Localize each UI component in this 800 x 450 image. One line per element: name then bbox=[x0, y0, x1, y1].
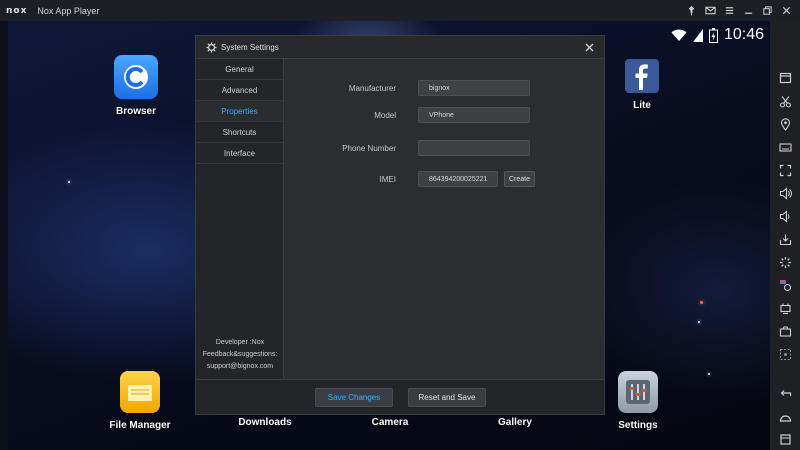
apk-install-icon[interactable] bbox=[777, 69, 793, 85]
wallpaper-star bbox=[700, 301, 703, 304]
tab-general[interactable]: General bbox=[196, 59, 283, 80]
macro-icon[interactable] bbox=[777, 300, 793, 316]
scissors-icon[interactable] bbox=[777, 93, 793, 109]
restore-icon[interactable] bbox=[760, 2, 775, 18]
dialog-title: System Settings bbox=[221, 42, 279, 52]
signal-icon bbox=[692, 28, 703, 42]
app-settings[interactable]: Settings bbox=[598, 371, 678, 431]
save-changes-button[interactable]: Save Changes bbox=[315, 388, 393, 407]
screenshot-icon[interactable] bbox=[777, 323, 793, 339]
fullscreen-icon[interactable] bbox=[777, 162, 793, 178]
support-email: support@bignox.com bbox=[206, 363, 274, 370]
phone-field[interactable] bbox=[418, 140, 530, 156]
phone-label: Phone Number bbox=[342, 143, 396, 153]
wallpaper-star bbox=[708, 373, 710, 375]
status-bar: 10:46 bbox=[671, 23, 764, 47]
model-row: Model VPhone bbox=[296, 107, 530, 123]
app-label: Gallery bbox=[498, 417, 532, 428]
home-icon[interactable] bbox=[777, 408, 793, 424]
app-label: Downloads bbox=[238, 417, 292, 428]
app-gallery[interactable]: Gallery bbox=[475, 417, 555, 428]
tab-shortcuts[interactable]: Shortcuts bbox=[196, 122, 283, 143]
model-label: Model bbox=[374, 110, 396, 120]
wallpaper-star bbox=[68, 181, 70, 183]
app-label: Browser bbox=[115, 106, 156, 117]
status-clock: 10:46 bbox=[723, 26, 764, 43]
folder-icon bbox=[120, 371, 160, 413]
wallpaper-star bbox=[698, 321, 700, 323]
app-label: Settings bbox=[618, 420, 658, 431]
imei-field[interactable]: 864394200025221 bbox=[418, 171, 498, 187]
keyboard-icon[interactable] bbox=[777, 139, 793, 155]
mail-icon[interactable] bbox=[703, 2, 718, 18]
location-icon[interactable] bbox=[777, 116, 793, 132]
settings-nav: General Advanced Properties Shortcuts In… bbox=[196, 59, 284, 381]
more-icon[interactable] bbox=[777, 346, 793, 362]
feedback-line: Feedback&suggestions: bbox=[202, 351, 278, 358]
manufacturer-field[interactable]: bignox bbox=[418, 80, 530, 96]
create-imei-button[interactable]: Create bbox=[504, 171, 536, 187]
developer-info: Developer :Nox Feedback&suggestions: sup… bbox=[196, 337, 284, 373]
settings-sliders-icon bbox=[618, 371, 658, 413]
volume-up-icon[interactable] bbox=[777, 185, 793, 201]
dialog-footer: Save Changes Reset and Save bbox=[196, 379, 604, 414]
model-field[interactable]: VPhone bbox=[418, 107, 530, 123]
nox-logo: nox bbox=[6, 5, 28, 16]
tab-interface[interactable]: Interface bbox=[196, 143, 283, 164]
menu-icon[interactable] bbox=[722, 2, 737, 18]
volume-down-icon[interactable] bbox=[777, 208, 793, 224]
tab-advanced[interactable]: Advanced bbox=[196, 80, 283, 101]
import-icon[interactable] bbox=[777, 231, 793, 247]
imei-row: IMEI 864394200025221 Create bbox=[296, 171, 536, 187]
minimize-icon[interactable] bbox=[741, 2, 756, 18]
tab-properties[interactable]: Properties bbox=[196, 101, 283, 122]
app-label: Lite bbox=[633, 100, 651, 111]
browser-icon bbox=[114, 55, 158, 99]
app-label: Camera bbox=[371, 417, 409, 428]
imei-label: IMEI bbox=[379, 174, 396, 184]
facebook-icon bbox=[625, 59, 659, 93]
manufacturer-label: Manufacturer bbox=[348, 83, 396, 93]
app-camera[interactable]: Camera bbox=[350, 417, 430, 428]
loading-icon[interactable] bbox=[777, 254, 793, 270]
close-icon[interactable] bbox=[582, 40, 596, 54]
wifi-icon bbox=[671, 29, 687, 41]
back-icon[interactable] bbox=[777, 385, 793, 401]
recent-apps-icon[interactable] bbox=[777, 431, 793, 447]
app-file-manager[interactable]: File Manager bbox=[100, 371, 180, 431]
multi-instance-icon[interactable] bbox=[777, 277, 793, 293]
pin-icon[interactable] bbox=[684, 2, 699, 18]
right-toolbar bbox=[770, 21, 800, 450]
battery-icon bbox=[708, 27, 718, 43]
app-facebook-lite[interactable]: Lite bbox=[602, 59, 682, 111]
system-settings-dialog: System Settings General Advanced Propert… bbox=[195, 35, 605, 415]
app-downloads[interactable]: Downloads bbox=[225, 417, 305, 428]
gear-icon bbox=[206, 41, 217, 53]
window-title: Nox App Player bbox=[37, 5, 100, 16]
manufacturer-row: Manufacturer bignox bbox=[296, 80, 530, 96]
developer-line: Developer :Nox bbox=[215, 339, 265, 346]
window-controls bbox=[684, 2, 794, 18]
title-bar: nox Nox App Player bbox=[0, 0, 800, 21]
reset-and-save-button[interactable]: Reset and Save bbox=[408, 388, 486, 407]
close-icon[interactable] bbox=[779, 2, 794, 18]
phone-row: Phone Number bbox=[296, 140, 530, 156]
app-browser[interactable]: Browser bbox=[96, 55, 176, 117]
dialog-header: System Settings bbox=[196, 36, 604, 59]
app-label: File Manager bbox=[109, 420, 171, 431]
